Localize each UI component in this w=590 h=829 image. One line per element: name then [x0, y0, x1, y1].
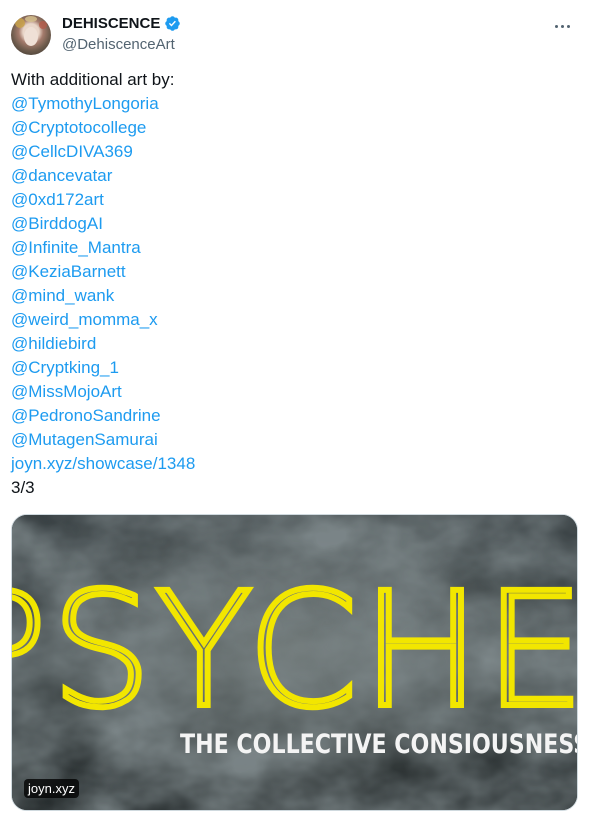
more-options-icon[interactable] [550, 16, 574, 36]
author-handle[interactable]: @DehiscenceArt [62, 36, 175, 53]
mention-link[interactable]: @BirddogAI [11, 214, 103, 233]
thread-counter: 3/3 [11, 478, 35, 497]
mention-link[interactable]: @hildiebird [11, 334, 96, 353]
mention-link[interactable]: @MissMojoArt [11, 382, 122, 401]
mention-link[interactable]: @dancevatar [11, 166, 112, 185]
tweet: DEHISCENCE @DehiscenceArt With additiona… [0, 0, 590, 829]
card-title-text: PSYCHE [12, 559, 577, 743]
author-name-row: DEHISCENCE [62, 15, 181, 32]
author-display-name[interactable]: DEHISCENCE [62, 15, 160, 32]
showcase-link[interactable]: joyn.xyz/showcase/1348 [11, 454, 195, 473]
mention-link[interactable]: @0xd172art [11, 190, 104, 209]
avatar[interactable] [11, 15, 51, 55]
mention-link[interactable]: @Cryptking_1 [11, 358, 119, 377]
mention-link[interactable]: @CellcDIVA369 [11, 142, 133, 161]
card-domain-label: joyn.xyz [24, 779, 79, 798]
mention-link[interactable]: @Infinite_Mantra [11, 238, 141, 257]
mention-link[interactable]: @mind_wank [11, 286, 114, 305]
mention-link[interactable]: @Cryptotocollege [11, 118, 146, 137]
card-image: PSYCHE THE COLLECTIVE CONSIOUSNESS OF AI [12, 515, 577, 810]
mention-link[interactable]: @TymothyLongoria [11, 94, 159, 113]
tweet-text: With additional art by: @TymothyLongoria… [11, 68, 195, 500]
link-card[interactable]: PSYCHE THE COLLECTIVE CONSIOUSNESS OF AI… [11, 514, 578, 811]
mention-link[interactable]: @KeziaBarnett [11, 262, 126, 281]
tweet-header: DEHISCENCE @DehiscenceArt [10, 12, 580, 56]
verified-badge-icon[interactable] [164, 15, 181, 32]
mention-link[interactable]: @weird_momma_x [11, 310, 158, 329]
tweet-intro: With additional art by: [11, 70, 175, 89]
card-subtitle-text: THE COLLECTIVE CONSIOUSNESS OF AI [180, 728, 577, 760]
mention-link[interactable]: @MutagenSamurai [11, 430, 158, 449]
mention-link[interactable]: @PedronoSandrine [11, 406, 161, 425]
